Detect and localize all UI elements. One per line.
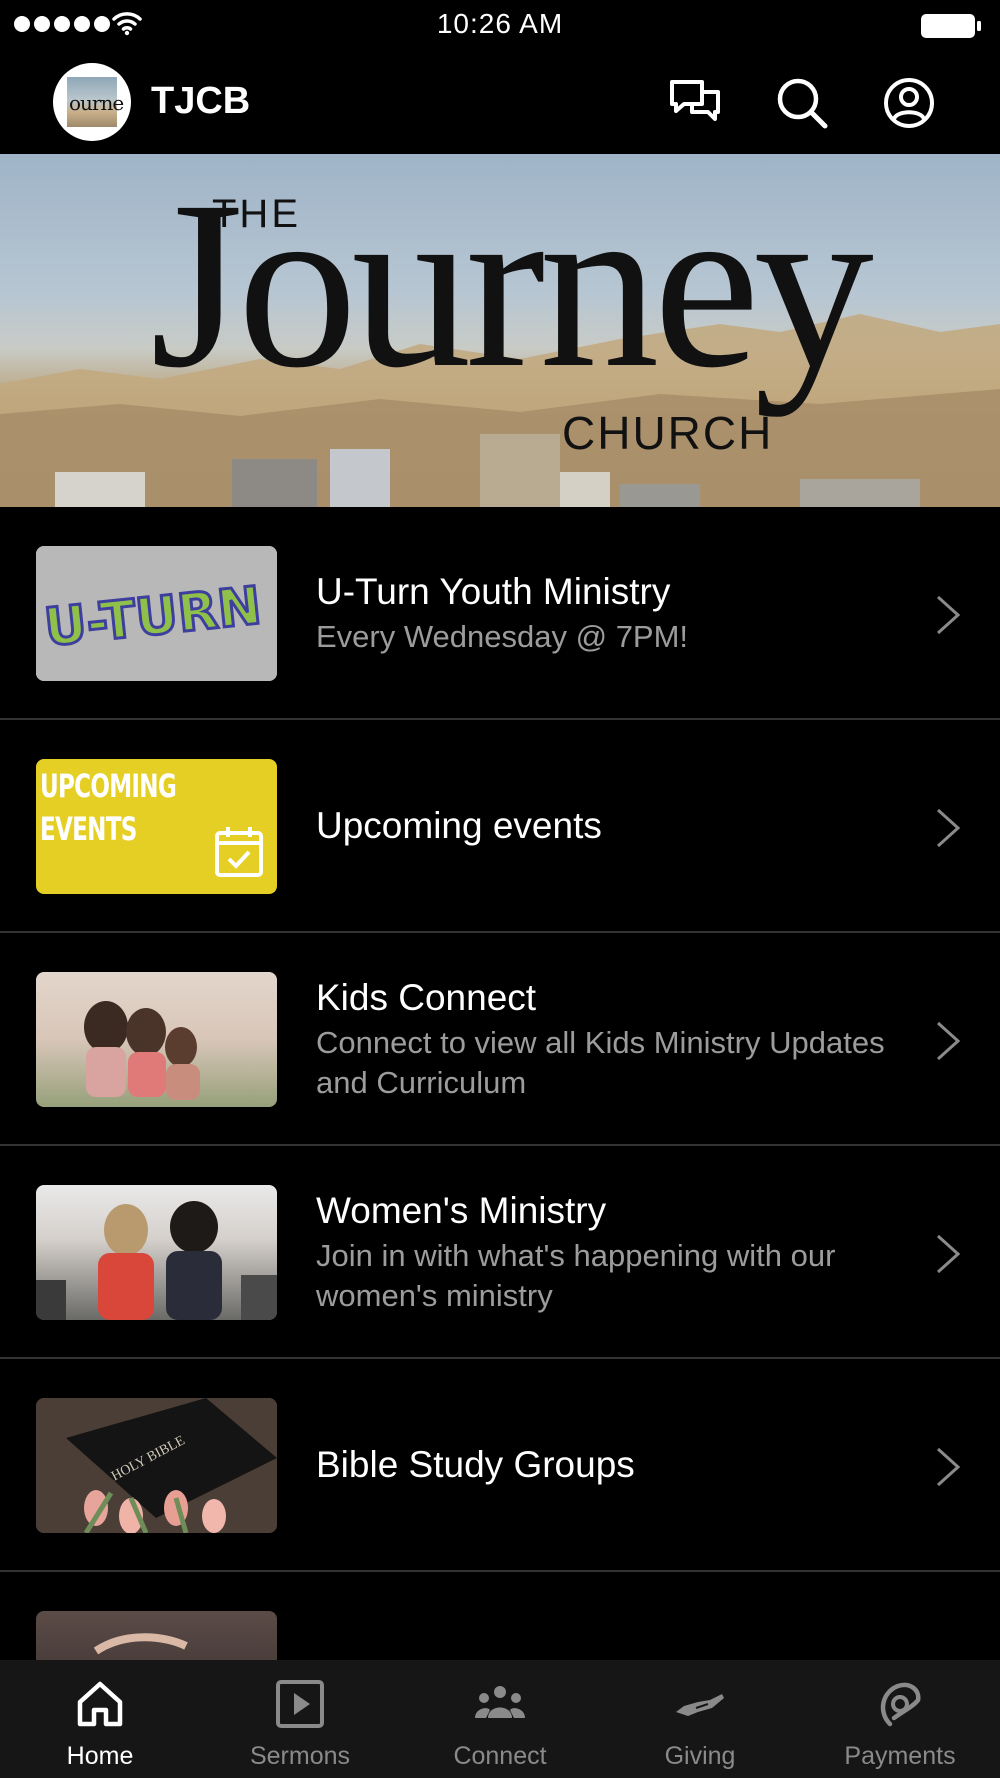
tab-home[interactable]: Home [0, 1660, 200, 1778]
list-item-title: Women's Ministry [316, 1189, 607, 1231]
graffiti-art: U-TURN [36, 546, 277, 681]
list-item-bible-study[interactable]: HOLY BIBLE Bible Study Groups [0, 1359, 1000, 1572]
list-item-upcoming-events[interactable]: UPCOMING EVENTS Upcoming events [0, 720, 1000, 933]
tab-label: Payments [844, 1742, 956, 1770]
content-list: U-TURN U-Turn Youth Ministry Every Wedne… [0, 507, 1000, 1778]
tab-giving[interactable]: Giving [600, 1660, 800, 1778]
events-thumbnail-text: UPCOMING EVENTS [40, 767, 177, 848]
home-icon [77, 1681, 123, 1727]
top-bar: ourne TJCB [0, 52, 1000, 154]
bible-photo: HOLY BIBLE [36, 1398, 277, 1533]
list-item-subtitle: Connect to view all Kids Ministry Update… [316, 1024, 885, 1100]
tab-sermons[interactable]: Sermons [200, 1660, 400, 1778]
list-item-title: U-Turn Youth Ministry [316, 570, 671, 612]
tab-label: Home [66, 1742, 134, 1770]
search-icon[interactable] [775, 76, 829, 130]
chat-icon[interactable] [668, 76, 722, 130]
chevron-right-icon [936, 808, 961, 848]
hero-church-text: CHURCH [562, 407, 774, 459]
chevron-right-icon [936, 1447, 961, 1487]
kids-thumbnail [36, 972, 277, 1107]
chevron-right-icon [936, 1234, 961, 1274]
app-title: TJCB [151, 80, 251, 122]
list-item-text: U-Turn Youth Ministry Every Wednesday @ … [316, 507, 920, 718]
kids-photo [84, 1001, 200, 1100]
list-item-subtitle: Join in with what's happening with our w… [316, 1237, 836, 1313]
payments-icon [880, 1682, 921, 1727]
account-icon[interactable] [882, 76, 936, 130]
battery-icon [921, 14, 981, 38]
giving-hand-icon [676, 1694, 724, 1716]
uturn-thumbnail: U-TURN [36, 546, 277, 681]
list-item-uturn-youth[interactable]: U-TURN U-Turn Youth Ministry Every Wedne… [0, 507, 1000, 720]
calendar-check-icon [215, 827, 263, 877]
events-thumbnail: UPCOMING EVENTS [36, 759, 277, 894]
people-icon [475, 1686, 525, 1718]
tab-label: Sermons [249, 1742, 351, 1770]
status-bar: 10:26 AM [0, 0, 1000, 52]
list-item-title: Upcoming events [316, 804, 602, 846]
play-icon [276, 1680, 324, 1728]
bottom-tab-bar: Home Sermons Connect Giving Payments [0, 1660, 1000, 1778]
status-time: 10:26 AM [436, 8, 564, 39]
church-logo[interactable]: ourne [53, 63, 131, 141]
logo-text: ourne [69, 91, 124, 115]
list-item-subtitle: Every Wednesday @ 7PM! [316, 618, 689, 654]
tab-connect[interactable]: Connect [400, 1660, 600, 1778]
list-item-kids-connect[interactable]: Kids Connect Connect to view all Kids Mi… [0, 933, 1000, 1146]
list-item-womens-ministry[interactable]: Women's Ministry Join in with what's hap… [0, 1146, 1000, 1359]
tab-label: Giving [664, 1742, 736, 1770]
hero-journey-text: Journey [150, 154, 874, 417]
list-item-text: Upcoming events [316, 720, 920, 931]
women-photo [36, 1201, 277, 1320]
list-item-text: Kids Connect Connect to view all Kids Mi… [316, 933, 920, 1144]
list-item-title: Bible Study Groups [316, 1443, 635, 1485]
women-thumbnail [36, 1185, 277, 1320]
chevron-right-icon [936, 595, 961, 635]
list-item-title: Kids Connect [316, 976, 537, 1018]
tab-label: Connect [453, 1742, 547, 1770]
chevron-right-icon [936, 1021, 961, 1061]
list-item-text: Women's Ministry Join in with what's hap… [316, 1146, 920, 1357]
logo-image: ourne [67, 77, 124, 127]
list-item-text: Bible Study Groups [316, 1359, 920, 1570]
bible-thumbnail: HOLY BIBLE [36, 1398, 277, 1533]
hero-banner[interactable]: THE Journey CHURCH [0, 154, 1000, 507]
tab-payments[interactable]: Payments [800, 1660, 1000, 1778]
